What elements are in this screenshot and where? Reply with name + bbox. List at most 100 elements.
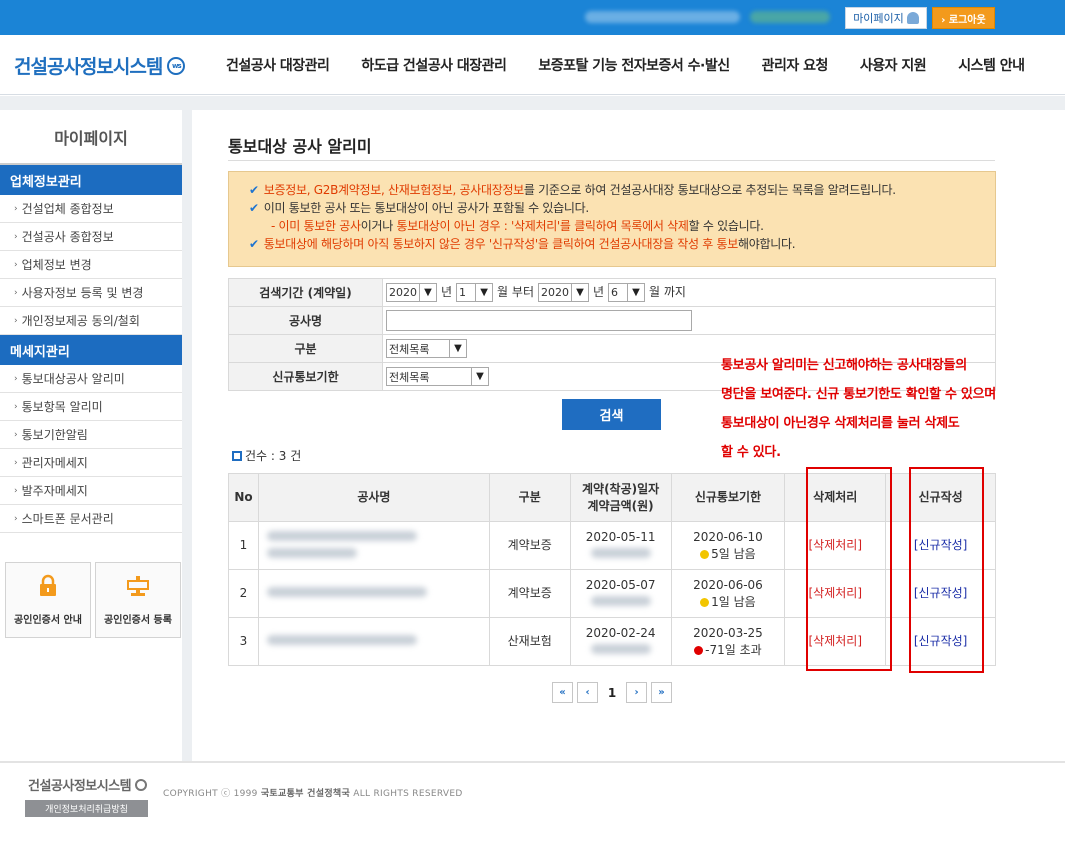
select-value: 1 — [459, 286, 467, 299]
col-deadline: 신규통보기한 — [670, 473, 786, 522]
row-remain: -71일 초과 — [705, 642, 762, 657]
nav-subcontract-ledger[interactable]: 하도급 건설공사 대장관리 — [345, 35, 522, 95]
nav-user-support[interactable]: 사용자 지원 — [844, 35, 942, 95]
unit-label: 년 — [592, 285, 605, 299]
col-no: No — [228, 473, 259, 522]
prev-page-button[interactable]: ‹ — [577, 682, 598, 703]
sidebar-item-privacy-consent[interactable]: › 개인정보제공 동의/철회 — [0, 307, 182, 335]
bullet-icon: › — [14, 485, 18, 496]
sidebar-item-smartphone-docs[interactable]: › 스마트폰 문서관리 — [0, 505, 182, 533]
sidebar-item-company-info[interactable]: › 건설업체 종합정보 — [0, 195, 182, 223]
user-info-blurred — [585, 11, 740, 23]
mypage-button[interactable]: 마이페이지 — [845, 7, 927, 29]
annotation-note: 통보공사 알리미는 신고해야하는 공사대장들의 명단을 보여준다. 신규 통보기… — [721, 351, 996, 467]
first-page-button[interactable]: « — [552, 682, 573, 703]
row-deadline: 2020-06-10 5일 남음 — [670, 521, 786, 570]
notice-line-2: ✔ 이미 통보한 공사 또는 통보대상이 아닌 공사가 포함될 수 있습니다. — [249, 199, 995, 217]
unit-label: 월 까지 — [649, 285, 686, 299]
annotation-line: 할 수 있다. — [721, 445, 781, 460]
to-month-select[interactable]: 6 ▼ — [608, 283, 646, 302]
site-logo[interactable]: 건설공사정보시스템 ws — [14, 52, 186, 79]
header-divider — [0, 96, 1065, 110]
sidebar-item-label: 관리자메세지 — [21, 456, 88, 470]
notice-text: 보증정보, G2B계약정보, 산재보험정보, 공사대장정보 — [263, 183, 524, 197]
row-date: 2020-05-07 — [569, 569, 672, 618]
select-value: 6 — [611, 286, 619, 299]
type-select[interactable]: 전체목록 ▼ — [386, 339, 467, 358]
last-page-button[interactable]: » — [651, 682, 672, 703]
notice-line-1: ✔ 보증정보, G2B계약정보, 산재보험정보, 공사대장정보를 기준으로 하여 … — [249, 181, 995, 199]
notice-text: 이미 통보한 공사 또는 통보대상이 아닌 공사가 포함될 수 있습니다. — [263, 201, 589, 215]
bullet-icon: › — [14, 259, 18, 270]
sidebar-item-admin-message[interactable]: › 관리자메세지 — [0, 449, 182, 477]
row-type: 산재보험 — [488, 617, 571, 666]
chevron-down-icon: ▼ — [419, 284, 436, 301]
footer: 건설공사정보시스템 개인정보처리취급방침 COPYRIGHT ⓒ 1999 국토… — [0, 761, 1065, 847]
sidebar-item-company-change[interactable]: › 업체정보 변경 — [0, 251, 182, 279]
bullet-icon: › — [14, 287, 18, 298]
chevron-down-icon: ▼ — [627, 284, 644, 301]
nav-guarantee-portal[interactable]: 보증포탈 기능 전자보증서 수·발신 — [522, 35, 745, 95]
logo-mark-icon: ws — [167, 56, 186, 75]
row-deadline-value: 2020-06-10 — [693, 529, 763, 544]
logo-mark-icon — [135, 778, 148, 791]
unit-label: 월 부터 — [497, 285, 534, 299]
sidebar-item-construction-info[interactable]: › 건설공사 종합정보 — [0, 223, 182, 251]
sidebar-item-notice-target[interactable]: › 통보대상공사 알리미 — [0, 365, 182, 393]
to-year-select[interactable]: 2020 ▼ — [537, 283, 589, 302]
notice-text: 이거나 — [360, 219, 397, 233]
blurred-amount — [590, 547, 651, 558]
nav-system-guide[interactable]: 시스템 안내 — [942, 35, 1040, 95]
sidebar-item-client-message[interactable]: › 발주자메세지 — [0, 477, 182, 505]
sidebar-item-label: 건설공사 종합정보 — [21, 230, 114, 244]
cert-register-button[interactable]: 공인인증서 등록 — [95, 562, 181, 638]
notice-line-4: ✔ 통보대상에 해당하며 아직 통보하지 않은 경우 '신규작성'을 클릭하여 건… — [249, 235, 995, 253]
sidebar-item-label: 통보대상공사 알리미 — [21, 372, 125, 386]
sidebar-item-user-register[interactable]: › 사용자정보 등록 및 변경 — [0, 279, 182, 307]
row-no: 3 — [228, 617, 259, 666]
chevron-down-icon: ▼ — [570, 284, 588, 301]
notice-text: 를 기준으로 하여 건설공사대장 통보대상으로 추정되는 목록을 알려드립니다. — [523, 183, 896, 197]
nav-construction-ledger[interactable]: 건설공사 대장관리 — [210, 35, 345, 95]
row-date-value: 2020-05-07 — [585, 577, 656, 592]
sidebar-group-company: 업체정보관리 — [0, 165, 182, 195]
notice-text: 통보대상에 해당하며 아직 통보하지 않은 경우 '신규작성'을 클릭하여 건설… — [263, 237, 739, 251]
from-month-select[interactable]: 1 ▼ — [456, 283, 494, 302]
row-date: 2020-05-11 — [569, 521, 672, 570]
select-value: 전체목록 — [389, 370, 430, 384]
construction-name-input[interactable] — [386, 310, 692, 331]
search-button[interactable]: 검색 — [562, 399, 661, 430]
row-remain: 1일 남음 — [711, 594, 756, 609]
main-content: 통보대상 공사 알리미 ✔ 보증정보, G2B계약정보, 산재보험정보, 공사대장… — [202, 110, 1065, 761]
check-icon: ✔ — [249, 183, 259, 197]
status-dot-icon — [700, 549, 710, 559]
sidebar-item-label: 스마트폰 문서관리 — [21, 512, 114, 526]
row-deadline: 2020-06-06 1일 남음 — [670, 569, 786, 618]
notice-line-3: - 이미 통보한 공사이거나 통보대상이 아닌 경우 : '삭제처리'를 클릭하… — [249, 217, 995, 235]
logout-button[interactable]: › 로그아웃 — [932, 7, 995, 29]
lock-icon — [37, 574, 59, 603]
highlight-delete-column — [806, 467, 892, 671]
nav-admin-request[interactable]: 관리자 요청 — [746, 35, 844, 95]
col-name: 공사명 — [257, 473, 490, 522]
next-page-button[interactable]: › — [626, 682, 647, 703]
col-date: 계약(착공)일자 계약금액(원) — [569, 473, 672, 522]
square-bullet-icon — [232, 450, 242, 461]
page-1[interactable]: 1 — [602, 686, 622, 700]
top-bar: 마이페이지 › 로그아웃 — [0, 0, 1065, 35]
from-year-select[interactable]: 2020 ▼ — [386, 283, 437, 302]
notice-text: - 이미 통보한 공사 — [271, 219, 361, 233]
sidebar-item-notice-item[interactable]: › 통보항목 알리미 — [0, 393, 182, 421]
sidebar: 마이페이지 업체정보관리 › 건설업체 종합정보 › 건설공사 종합정보 › 업체정보… — [0, 110, 192, 761]
col-type: 구분 — [488, 473, 571, 522]
bullet-icon: › — [14, 315, 18, 326]
header: 건설공사정보시스템 ws 건설공사 대장관리 하도급 건설공사 대장관리 보증포… — [0, 35, 1065, 95]
cert-guide-button[interactable]: 공인인증서 안내 — [5, 562, 91, 638]
sidebar-item-deadline-alert[interactable]: › 통보기한알림 — [0, 421, 182, 449]
blurred-text — [266, 547, 357, 558]
footer-logo: 건설공사정보시스템 — [28, 775, 148, 794]
deadline-select[interactable]: 전체목록 ▼ — [386, 367, 489, 386]
deadline-label: 신규통보기한 — [228, 362, 383, 391]
privacy-policy-button[interactable]: 개인정보처리취급방침 — [25, 800, 148, 817]
name-label: 공사명 — [228, 306, 383, 335]
